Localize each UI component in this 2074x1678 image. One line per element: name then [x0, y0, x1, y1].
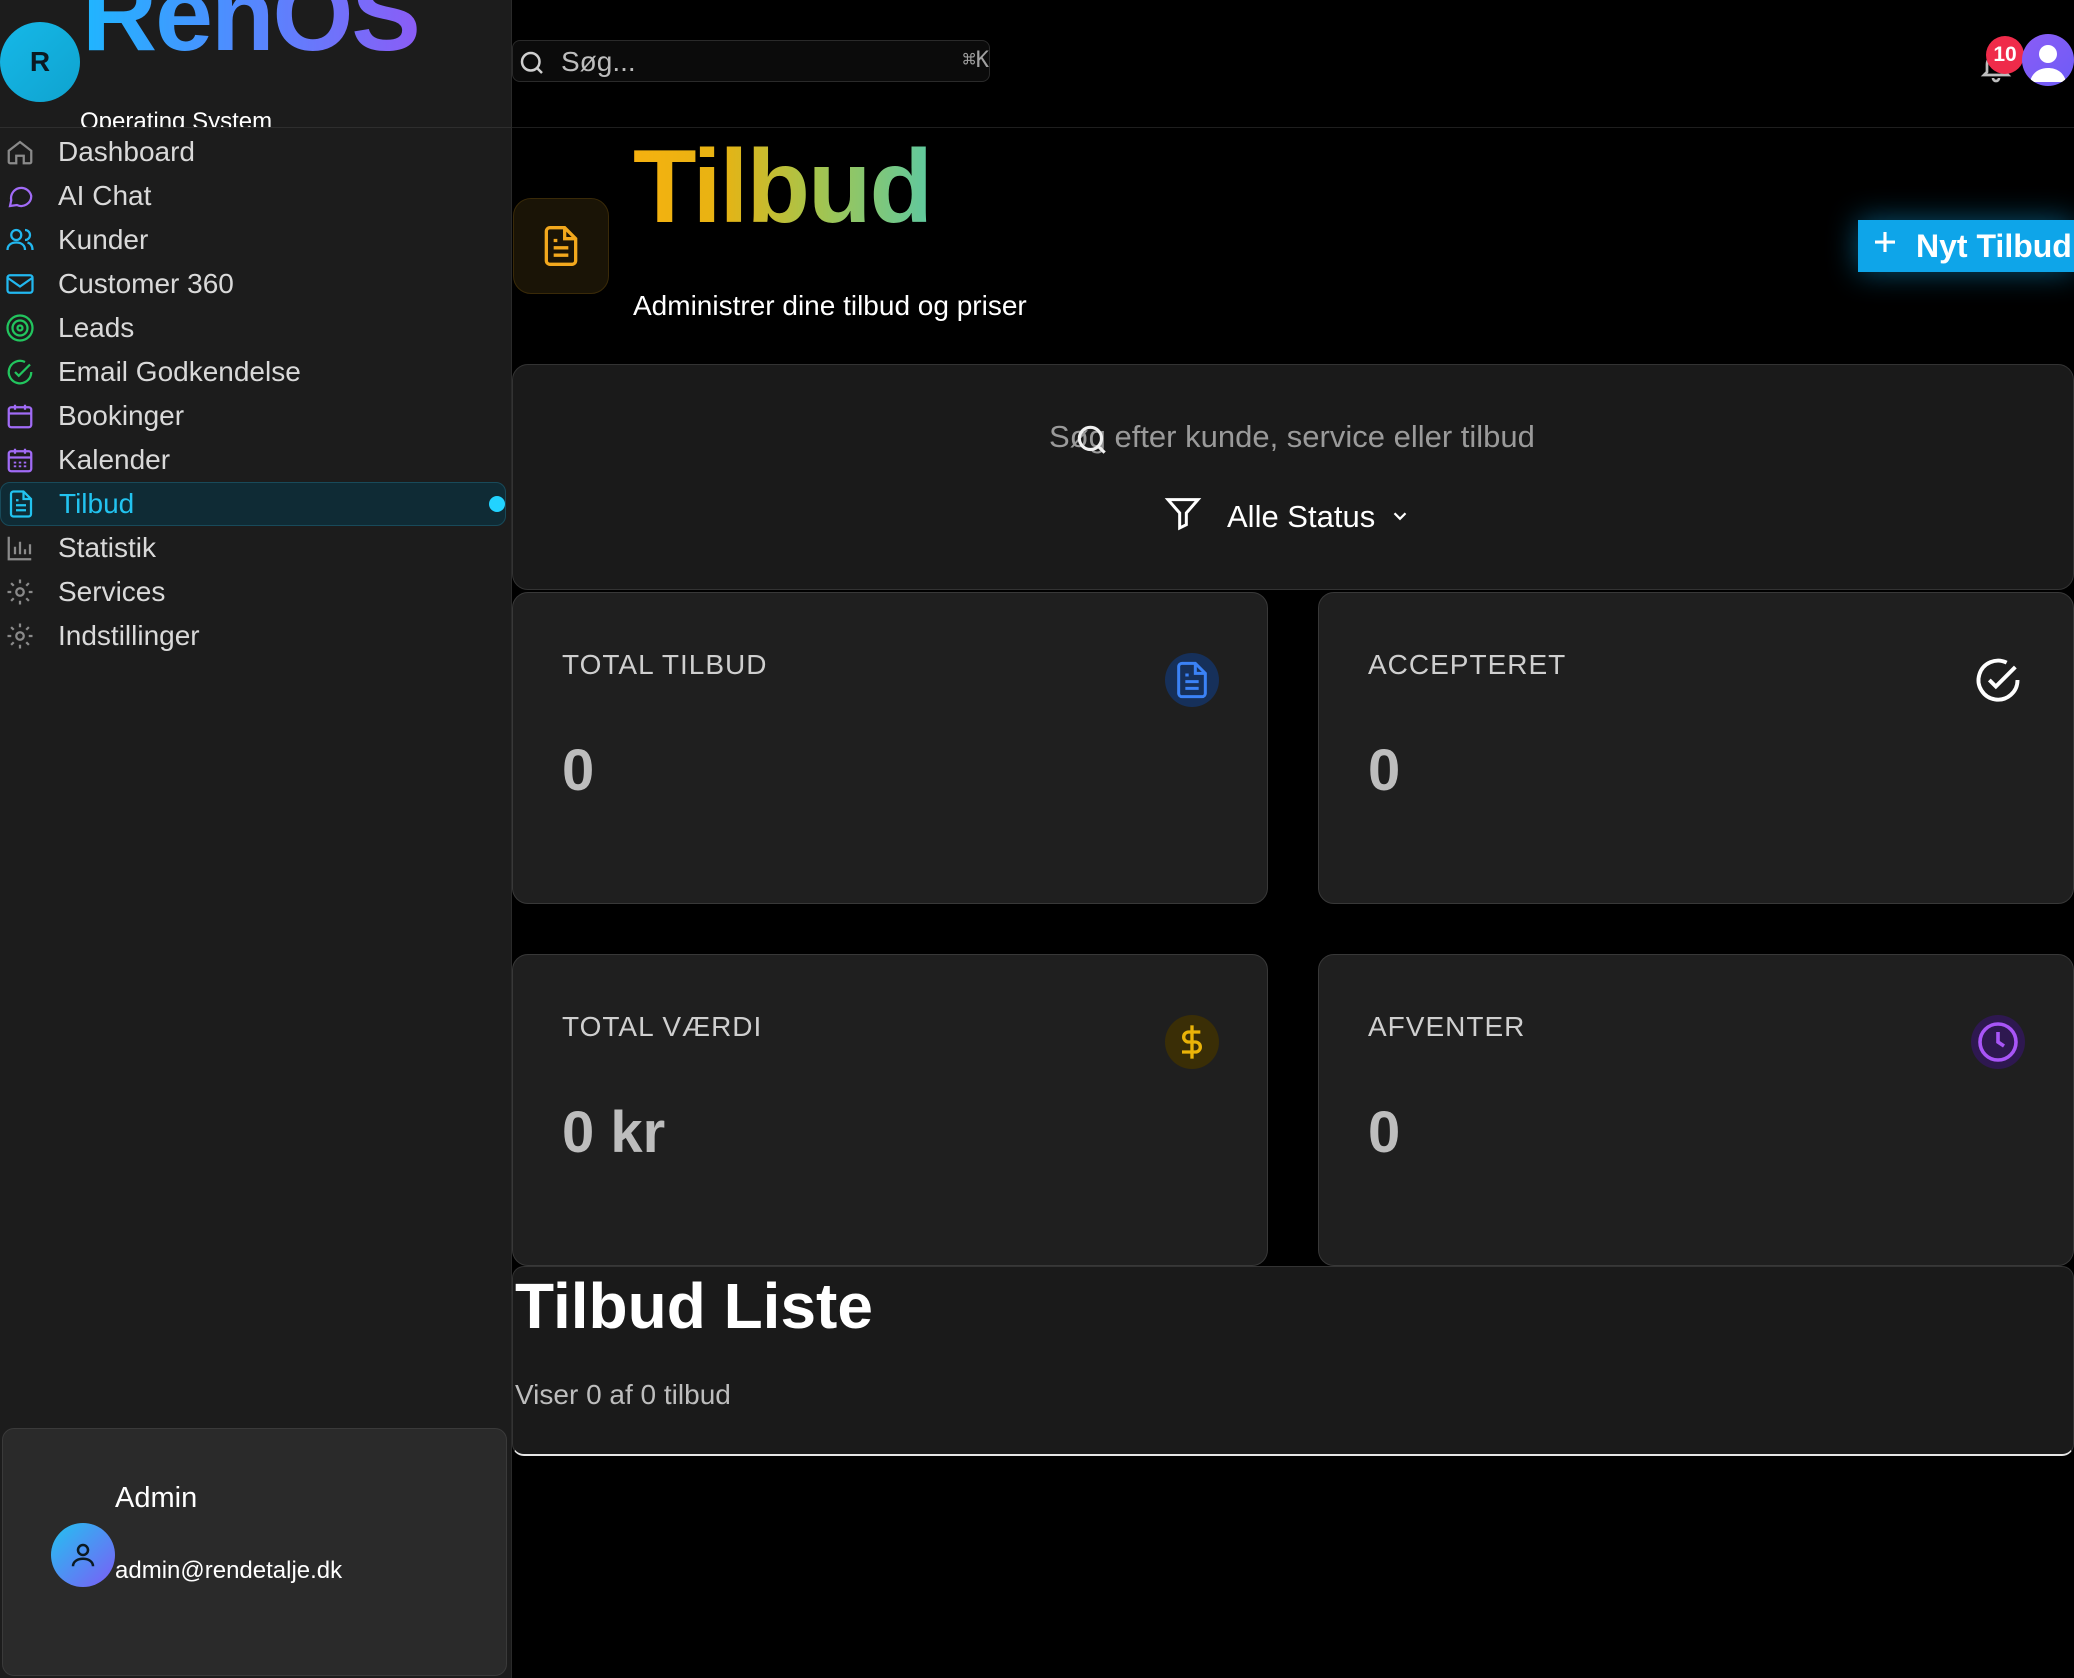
gear-icon	[2, 574, 38, 610]
stat-value: 0	[1368, 738, 1401, 803]
page-icon	[513, 198, 609, 294]
filter-icon	[1163, 493, 1203, 541]
top-bar: Søg... ⌘K 10	[512, 0, 2074, 128]
sidebar-item-label: Bookinger	[58, 400, 185, 431]
sidebar-item-kalender[interactable]: Kalender	[0, 438, 511, 482]
sidebar-item-label: Dashboard	[58, 136, 195, 167]
sidebar-item-bookinger[interactable]: Bookinger	[0, 394, 511, 438]
sidebar-item-customer-360[interactable]: Customer 360	[0, 262, 511, 306]
user-profile-card[interactable]: Admin admin@rendetalje.dk	[2, 1428, 507, 1676]
sidebar-item-label: Services	[58, 576, 166, 607]
user-avatar[interactable]	[51, 1523, 115, 1587]
sidebar-item-label: AI Chat	[58, 180, 152, 211]
chat-icon	[2, 178, 38, 214]
stat-card-total-vaerdi: TOTAL VÆRDI 0 kr	[512, 954, 1268, 1266]
user-email: admin@rendetalje.dk	[115, 1557, 343, 1584]
sidebar-item-label: Tilbud	[59, 488, 135, 519]
stat-label: AFVENTER	[1368, 1011, 1526, 1042]
sidebar-item-tilbud[interactable]: Tilbud	[0, 482, 506, 526]
sidebar-item-label: Kalender	[58, 444, 171, 475]
stat-value: 0 kr	[562, 1100, 666, 1165]
mail-icon	[2, 266, 38, 302]
chevron-down-icon	[1389, 499, 1411, 535]
sidebar-item-dashboard[interactable]: Dashboard	[0, 130, 511, 174]
stat-label: TOTAL VÆRDI	[562, 1011, 763, 1042]
stat-value: 0	[1368, 1100, 1401, 1165]
sidebar-item-indstillinger[interactable]: Indstillinger	[0, 614, 511, 658]
search-icon	[1073, 421, 1111, 464]
quote-search-input[interactable]: Søg efter kunde, service eller tilbud	[1049, 419, 1549, 455]
stat-card-accepteret: ACCEPTERET 0	[1318, 592, 2074, 904]
search-icon	[517, 48, 547, 83]
sidebar-item-label: Customer 360	[58, 268, 234, 299]
status-filter-label: Alle Status	[1227, 499, 1376, 534]
page-subtitle: Administrer dine tilbud og priser	[633, 290, 1027, 321]
gear-icon	[2, 618, 38, 654]
brand-header: R RenOS Operating System	[0, 0, 511, 128]
user-icon	[2030, 45, 2066, 82]
target-icon	[2, 310, 38, 346]
users-icon	[2, 222, 38, 258]
list-summary: Viser 0 af 0 tilbud	[515, 1379, 731, 1410]
sidebar-item-statistik[interactable]: Statistik	[0, 526, 511, 570]
sidebar-item-label: Kunder	[58, 224, 149, 255]
notification-badge: 10	[1986, 36, 2024, 74]
stat-value: 0	[562, 738, 595, 803]
active-indicator-dot	[489, 496, 505, 512]
sidebar: R RenOS Operating System Dashboard AI Ch…	[0, 0, 512, 1678]
dollar-icon	[1165, 1015, 1219, 1069]
home-icon	[2, 134, 38, 170]
stat-card-afventer: AFVENTER 0	[1318, 954, 2074, 1266]
user-name: Admin	[115, 1482, 198, 1514]
quote-list-panel: Tilbud Liste Viser 0 af 0 tilbud	[512, 1266, 2074, 1456]
stat-label: TOTAL TILBUD	[562, 649, 768, 680]
sidebar-item-label: Email Godkendelse	[58, 356, 301, 387]
document-icon	[544, 226, 578, 266]
sidebar-item-services[interactable]: Services	[0, 570, 511, 614]
stat-label: ACCEPTERET	[1368, 649, 1567, 680]
profile-avatar[interactable]	[2022, 34, 2074, 86]
calendar-icon	[2, 398, 38, 434]
search-placeholder: Søg...	[561, 46, 636, 77]
calendar-grid-icon	[2, 442, 38, 478]
document-icon	[1165, 653, 1219, 707]
brand-name: RenOS	[82, 0, 421, 72]
sidebar-nav: Dashboard AI Chat Kunder Customer 360 Le…	[0, 130, 511, 658]
check-circle-icon	[2, 354, 38, 390]
sidebar-item-label: Indstillinger	[58, 620, 200, 651]
sidebar-item-label: Statistik	[58, 532, 157, 563]
page-title: Tilbud	[633, 129, 933, 245]
filter-panel: Søg efter kunde, service eller tilbud Al…	[512, 364, 2074, 590]
brand-logo[interactable]: R	[0, 22, 80, 102]
document-icon	[3, 486, 39, 522]
sidebar-item-label: Leads	[58, 312, 135, 343]
sidebar-item-email-godkendelse[interactable]: Email Godkendelse	[0, 350, 511, 394]
clock-icon	[1971, 1015, 2025, 1069]
sidebar-item-kunder[interactable]: Kunder	[0, 218, 511, 262]
plus-icon	[1870, 227, 1900, 265]
new-quote-button[interactable]: Nyt Tilbud	[1858, 220, 2074, 272]
sidebar-item-ai-chat[interactable]: AI Chat	[0, 174, 511, 218]
user-icon	[71, 1543, 95, 1567]
sidebar-item-leads[interactable]: Leads	[0, 306, 511, 350]
global-search-input[interactable]: Søg... ⌘K	[512, 40, 990, 82]
new-quote-label: Nyt Tilbud	[1916, 227, 2072, 264]
check-circle-icon	[1971, 653, 2025, 707]
stat-card-total-tilbud: TOTAL TILBUD 0	[512, 592, 1268, 904]
brand-subtitle: Operating System	[80, 108, 273, 128]
bar-chart-icon	[2, 530, 38, 566]
status-filter-select[interactable]: Alle Status	[1163, 493, 1411, 541]
keyboard-shortcut: ⌘K	[962, 48, 990, 73]
list-title: Tilbud Liste	[515, 1270, 873, 1342]
